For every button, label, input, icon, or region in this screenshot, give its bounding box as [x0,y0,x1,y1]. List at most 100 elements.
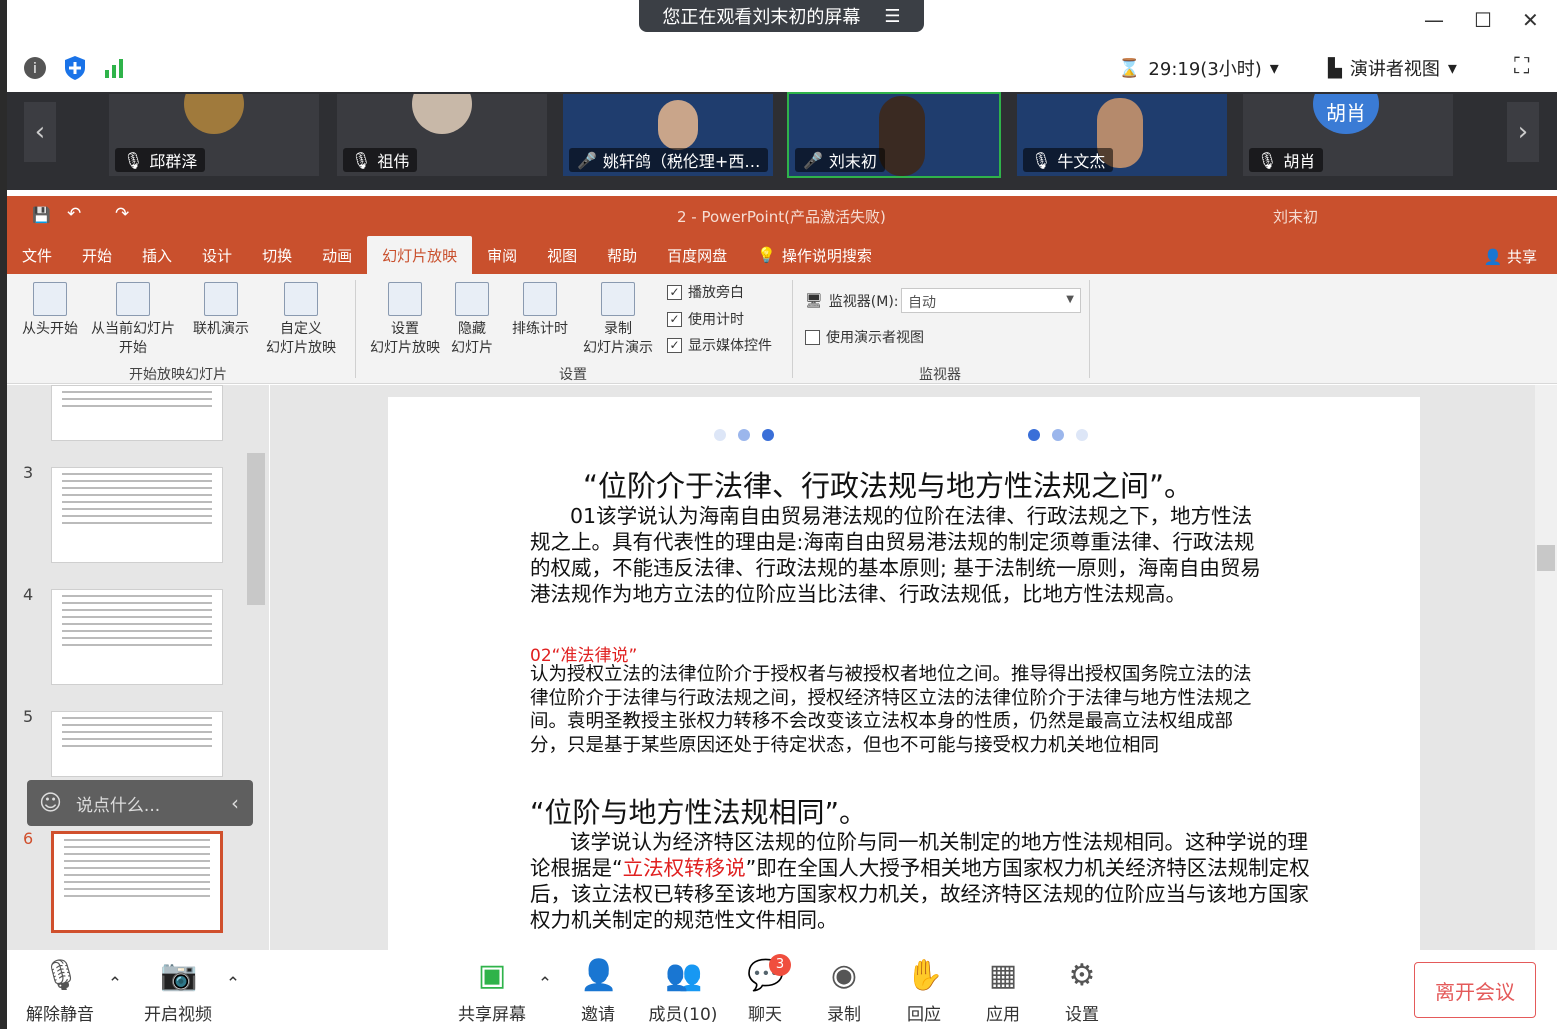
apps-icon: ▦ [988,958,1018,993]
menu-icon[interactable]: ☰ [884,6,900,27]
slide-thumbnail[interactable] [51,589,223,685]
slide-scrollbar[interactable] [1535,385,1557,950]
meeting-toolbar: 🎙 解除静音 ⌃ 📷 开启视频 ⌃ ▣ 共享屏幕 ⌃ 👤 邀请 👥 成员(10) 💬 3 聊天… [7,950,1557,1029]
custom-show-button[interactable]: 自定义 幻灯片放映 [257,282,345,358]
slide-thumbnail-pane: 3 4 5 6 [7,385,269,950]
chevron-down-icon: ▾ [1269,57,1279,79]
slide-canvas: “位阶介于法律、行政法规与地方性法规之间”。 01该学说认为海南自由贸易港法规的… [270,385,1535,957]
collapse-icon[interactable]: ‹ [231,791,239,815]
fullscreen-icon[interactable]: ⛶ [1514,54,1529,79]
scroll-thumb[interactable] [247,453,265,605]
signal-icon[interactable] [103,56,127,80]
tab-animations[interactable]: 动画 [307,236,367,274]
participant-tile[interactable]: 🎙 祖伟 [337,94,547,176]
slide-paragraph-2: 认为授权立法的法律位阶介于授权者与被授权者地位之间。推导得出授权国务院立法的法律… [530,664,1252,756]
leave-meeting-button[interactable]: 离开会议 [1414,962,1536,1018]
tab-help[interactable]: 帮助 [592,236,652,274]
slide-thumbnail-selected[interactable] [51,831,223,933]
minimize-icon[interactable]: — [1424,8,1444,32]
slide-thumbnail[interactable] [51,385,223,441]
decor-dots [714,429,774,441]
scroll-thumb[interactable] [1537,545,1555,571]
slide-number: 3 [23,463,34,482]
share-banner[interactable]: 您正在观看刘末初的屏幕 ☰ [639,0,924,32]
invite-button[interactable]: 👤 邀请 [573,958,623,1025]
video-options-icon[interactable]: ⌃ [223,974,243,994]
audio-options-icon[interactable]: ⌃ [105,974,125,994]
divider [792,280,793,378]
participant-tile[interactable]: 🎤 姚轩鸽（税伦理+西… [563,94,773,176]
mic-muted-icon: 🎙 [1257,150,1278,170]
maximize-icon[interactable]: ☐ [1474,8,1492,32]
monitor-select[interactable]: 自动 ▼ [901,288,1081,313]
share-button[interactable]: 👤 共享 [1484,246,1537,267]
participant-tile[interactable]: 🎙 牛文杰 [1017,94,1227,176]
apps-button[interactable]: ▦ 应用 [981,958,1025,1025]
slide-thumbnail[interactable] [51,467,223,563]
presenter-view-checkbox[interactable]: 使用演示者视图 [805,327,924,347]
hide-slide-button[interactable]: 隐藏 幻灯片 [447,282,497,358]
redo-icon[interactable]: ↷ [115,204,129,224]
settings-button[interactable]: ⚙ 设置 [1060,958,1104,1025]
tab-review[interactable]: 审阅 [472,236,532,274]
thumb-scrollbar[interactable] [247,385,267,950]
record-icon [601,282,635,316]
emoji-icon[interactable]: ☺ [39,791,62,816]
unmute-button[interactable]: 🎙 解除静音 [25,958,95,1025]
share-screen-icon: ▣ [477,958,507,993]
setup-show-button[interactable]: 设置 幻灯片放映 [367,282,443,358]
chat-input-overlay[interactable]: ☺ 说点什么... ‹ [27,780,253,826]
tab-transitions[interactable]: 切换 [247,236,307,274]
save-icon[interactable]: 💾 [32,206,51,224]
info-icon[interactable]: i [23,56,47,80]
ppt-title-bar: 💾 ↶ ↷ 2 - PowerPoint(产品激活失败) 刘末初 [7,196,1557,236]
online-present-button[interactable]: 联机演示 [187,282,255,339]
react-icon: ✋ [906,958,944,993]
tab-insert[interactable]: 插入 [127,236,187,274]
strip-prev-icon[interactable]: ‹ [24,102,56,162]
share-options-icon[interactable]: ⌃ [535,974,555,994]
narration-checkbox[interactable]: ✓ 播放旁白 [667,282,744,302]
tab-baidu[interactable]: 百度网盘 [652,236,742,274]
tab-slideshow[interactable]: 幻灯片放映 [367,236,473,274]
timing-checkbox[interactable]: ✓ 使用计时 [667,309,744,329]
tab-design[interactable]: 设计 [187,236,247,274]
group-label: 开始放映幻灯片 [129,367,227,383]
tab-home[interactable]: 开始 [67,236,127,274]
participant-tile[interactable]: 🎙 邱群泽 [109,94,319,176]
record-button[interactable]: ◉ 录制 [822,958,866,1025]
user-name[interactable]: 刘末初 [1273,206,1318,227]
tab-file[interactable]: 文件 [7,236,67,274]
members-button[interactable]: 👥 成员(10) [643,958,723,1025]
ribbon: 从头开始 从当前幻灯片 开始 联机演示 自定义 幻灯片放映 开始放映幻灯片 设置… [7,274,1557,384]
slide-thumbnail[interactable] [51,711,223,777]
media-controls-checkbox[interactable]: ✓ 显示媒体控件 [667,335,772,355]
tab-view[interactable]: 视图 [532,236,592,274]
participant-tile-active[interactable]: 🎤 刘末初 [787,92,1001,178]
rehearse-button[interactable]: 排练计时 [505,282,575,339]
chat-button[interactable]: 💬 3 聊天 [743,954,791,1025]
share-screen-button[interactable]: ▣ 共享屏幕 [457,958,527,1025]
monitor-icon: 🖥 [805,293,823,309]
meeting-timer[interactable]: ⌛ 29:19(3小时) ▾ [1118,55,1279,81]
strip-next-icon[interactable]: › [1507,102,1539,162]
react-button[interactable]: ✋ 回应 [902,958,946,1025]
group-label: 设置 [559,367,587,383]
mic-muted-icon: 🎙 [42,958,81,993]
slide-paragraph-3: 该学说认为经济特区法规的位阶与同一机关制定的地方性法规相同。这种学说的理论根据是… [530,830,1310,932]
from-current-button[interactable]: 从当前幻灯片 开始 [87,282,179,358]
participant-name: 🎙 牛文杰 [1023,148,1114,172]
tab-search[interactable]: 💡 操作说明搜索 [742,236,887,274]
shield-icon[interactable] [63,55,87,81]
start-video-button[interactable]: 📷 开启视频 [143,958,213,1025]
close-icon[interactable]: ✕ [1522,8,1539,32]
participant-tile[interactable]: 胡肖 🎙 胡肖 [1243,94,1453,176]
from-start-button[interactable]: 从头开始 [19,282,81,339]
hourglass-icon: ⌛ [1118,57,1141,79]
chat-placeholder: 说点什么... [75,795,161,816]
record-show-button[interactable]: 录制 幻灯片演示 [575,282,661,358]
undo-icon[interactable]: ↶ [67,204,81,224]
chevron-down-icon: ▼ [1066,294,1074,305]
slide-number: 4 [23,585,34,604]
view-mode-button[interactable]: ▙ 演讲者视图 ▾ [1328,55,1457,81]
